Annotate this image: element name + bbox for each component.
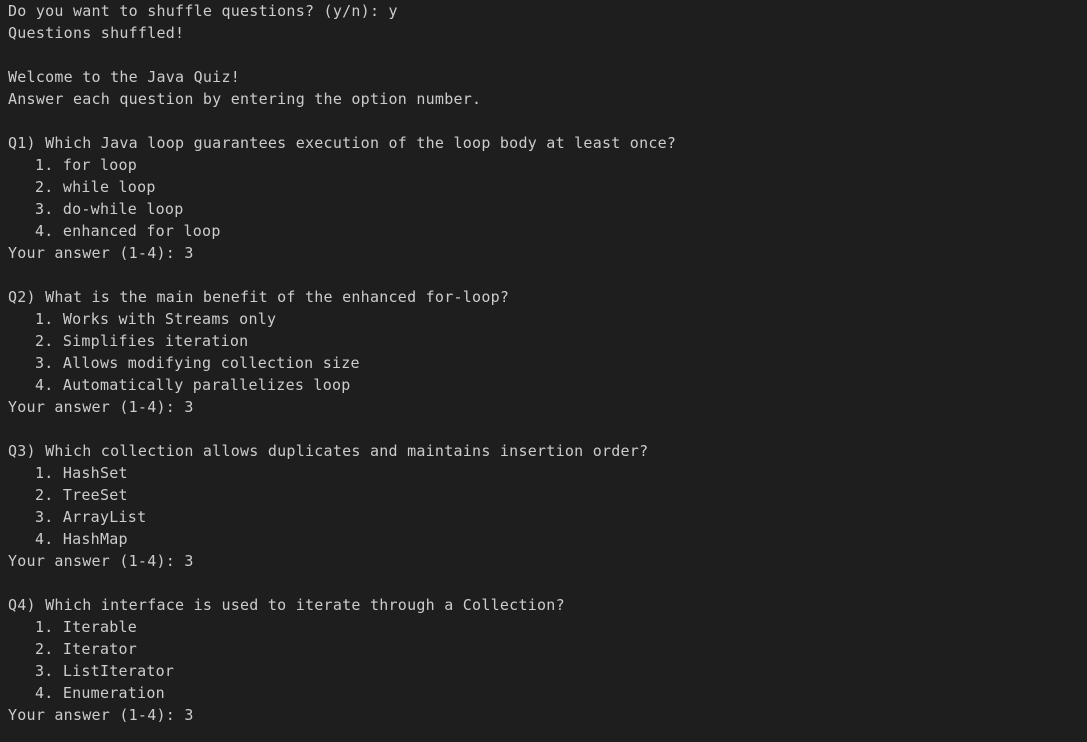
shuffle-prompt-line: Do you want to shuffle questions? (y/n):… <box>8 0 1087 22</box>
answer-value: 3 <box>184 398 194 416</box>
option-item: 4. enhanced for loop <box>35 222 221 240</box>
question-text: Q2) What is the main benefit of the enha… <box>8 288 510 306</box>
option-item: 4. HashMap <box>35 530 128 548</box>
instructions-text: Answer each question by entering the opt… <box>8 90 482 108</box>
answer-line: Your answer (1-4): 3 <box>8 242 1087 264</box>
option-item: 1. Iterable <box>35 618 138 636</box>
answer-value: 3 <box>184 552 194 570</box>
option-item: 1. for loop <box>35 156 138 174</box>
question-block-3: Q3) Which collection allows duplicates a… <box>8 440 1087 572</box>
shuffle-input: y <box>388 2 398 20</box>
shuffle-prompt: Do you want to shuffle questions? (y/n): <box>8 2 389 20</box>
question-block-2: Q2) What is the main benefit of the enha… <box>8 286 1087 418</box>
option-item: 4. Enumeration <box>35 684 165 702</box>
question-text: Q3) Which collection allows duplicates a… <box>8 442 649 460</box>
option-item: 3. Allows modifying collection size <box>35 354 360 372</box>
question-text: Q4) Which interface is used to iterate t… <box>8 596 565 614</box>
option-item: 2. while loop <box>35 178 156 196</box>
answer-prompt: Your answer (1-4): <box>8 398 185 416</box>
answer-prompt: Your answer (1-4): <box>8 706 185 724</box>
option-item: 2. Simplifies iteration <box>35 332 249 350</box>
shuffle-result: Questions shuffled! <box>8 24 185 42</box>
answer-value: 3 <box>184 244 194 262</box>
option-item: 2. TreeSet <box>35 486 128 504</box>
answer-prompt: Your answer (1-4): <box>8 244 185 262</box>
option-item: 4. Automatically parallelizes loop <box>35 376 351 394</box>
terminal-output[interactable]: Do you want to shuffle questions? (y/n):… <box>0 0 1087 742</box>
option-item: 1. Works with Streams only <box>35 310 277 328</box>
option-item: 3. do-while loop <box>35 200 184 218</box>
option-item: 2. Iterator <box>35 640 138 658</box>
question-block-1: Q1) Which Java loop guarantees execution… <box>8 132 1087 264</box>
question-text: Q1) Which Java loop guarantees execution… <box>8 134 677 152</box>
answer-prompt: Your answer (1-4): <box>8 552 185 570</box>
answer-line: Your answer (1-4): 3 <box>8 704 1087 726</box>
option-item: 1. HashSet <box>35 464 128 482</box>
question-block-4: Q4) Which interface is used to iterate t… <box>8 594 1087 726</box>
answer-line: Your answer (1-4): 3 <box>8 396 1087 418</box>
option-item: 3. ListIterator <box>35 662 175 680</box>
option-item: 3. ArrayList <box>35 508 147 526</box>
welcome-text: Welcome to the Java Quiz! <box>8 68 241 86</box>
answer-value: 3 <box>184 706 194 724</box>
answer-line: Your answer (1-4): 3 <box>8 550 1087 572</box>
